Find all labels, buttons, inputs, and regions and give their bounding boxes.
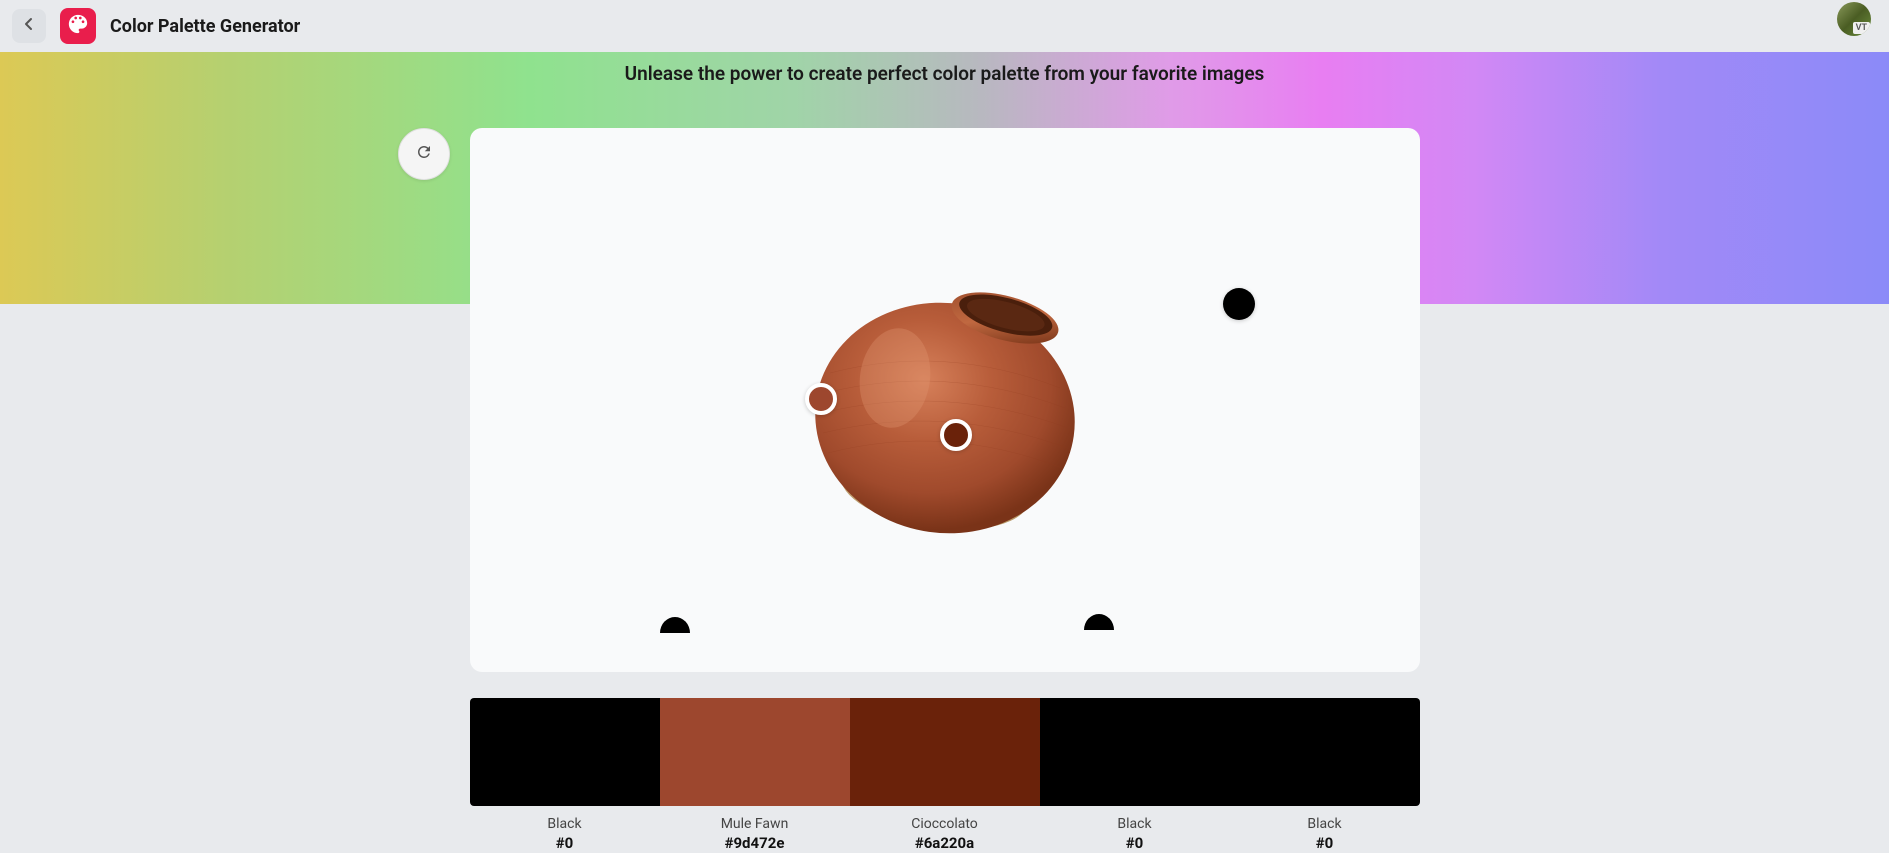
swatch-label-2: Cioccolato #6a220a bbox=[850, 816, 1040, 852]
user-avatar[interactable]: VT bbox=[1837, 2, 1871, 36]
app-logo bbox=[60, 8, 96, 44]
color-hex-4: #0 bbox=[1230, 834, 1420, 852]
swatch-label-3: Black #0 bbox=[1040, 816, 1230, 852]
palette-labels: Black #0 Mule Fawn #9d472e Cioccolato #6… bbox=[470, 816, 1420, 852]
color-name-0: Black bbox=[470, 816, 660, 832]
swatch-label-4: Black #0 bbox=[1230, 816, 1420, 852]
color-picker-point-5[interactable] bbox=[1084, 614, 1114, 630]
color-hex-0: #0 bbox=[470, 834, 660, 852]
swatch-3[interactable] bbox=[1040, 698, 1230, 806]
image-canvas[interactable] bbox=[470, 128, 1420, 672]
swatch-1[interactable] bbox=[660, 698, 850, 806]
color-name-1: Mule Fawn bbox=[660, 816, 850, 832]
swatch-label-0: Black #0 bbox=[470, 816, 660, 852]
color-name-3: Black bbox=[1040, 816, 1230, 832]
refresh-button[interactable] bbox=[398, 128, 450, 180]
refresh-icon bbox=[415, 143, 433, 165]
swatch-0[interactable] bbox=[470, 698, 660, 806]
app-header: Color Palette Generator VT bbox=[0, 0, 1889, 52]
tagline: Unlease the power to create perfect colo… bbox=[0, 62, 1889, 85]
user-initials: VT bbox=[1853, 22, 1870, 34]
color-picker-point-1[interactable] bbox=[805, 383, 837, 415]
palette-icon bbox=[67, 13, 89, 39]
swatch-4[interactable] bbox=[1230, 698, 1420, 806]
swatch-2[interactable] bbox=[850, 698, 1040, 806]
color-name-4: Black bbox=[1230, 816, 1420, 832]
color-hex-1: #9d472e bbox=[660, 834, 850, 852]
color-picker-point-3[interactable] bbox=[1223, 288, 1255, 320]
arrow-left-icon bbox=[21, 16, 37, 36]
color-hex-3: #0 bbox=[1040, 834, 1230, 852]
app-title: Color Palette Generator bbox=[110, 16, 300, 37]
palette-row bbox=[470, 698, 1420, 806]
color-hex-2: #6a220a bbox=[850, 834, 1040, 852]
main-content: Black #0 Mule Fawn #9d472e Cioccolato #6… bbox=[470, 128, 1420, 852]
back-button[interactable] bbox=[12, 9, 46, 43]
color-picker-point-4[interactable] bbox=[660, 617, 690, 633]
color-name-2: Cioccolato bbox=[850, 816, 1040, 832]
swatch-label-1: Mule Fawn #9d472e bbox=[660, 816, 850, 852]
color-picker-point-2[interactable] bbox=[940, 419, 972, 451]
